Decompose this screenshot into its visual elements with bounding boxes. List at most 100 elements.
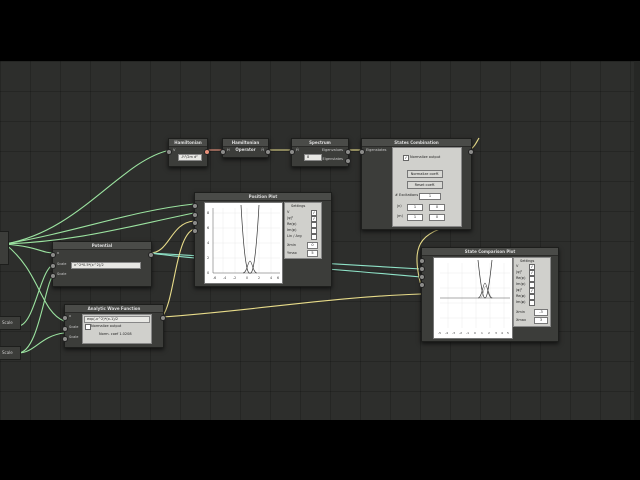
coeff-a-input[interactable]: 1	[407, 204, 423, 211]
left-input-node[interactable]	[0, 231, 9, 265]
input-port[interactable]	[289, 149, 295, 155]
node-editor-canvas[interactable]: Scale Scale Hamiltonian V -ħ²/2m d² Hami…	[0, 61, 640, 420]
node-title: Hamiltonian Operator	[223, 139, 268, 152]
check-label: |ψ|²	[287, 216, 294, 220]
position-plot-area[interactable]: 8 6 4 2 0 -6 -4 -2 0 2 4 6	[204, 202, 283, 284]
wire	[4, 243, 56, 254]
state-comparison-settings-panel: Settings V ✓ |ψ|² ✓ Re(ψ) Im(ψ) |φ|² ✓ R…	[513, 257, 551, 327]
analytic-settings-panel: exp(-x^2)*(x-1)/2 Normalize output Norm.…	[82, 314, 152, 344]
input-port[interactable]	[62, 315, 68, 321]
spectrum-node[interactable]: Spectrum Ĥ Eigenvalues Eigenstates 8	[289, 138, 351, 167]
input-port[interactable]	[166, 149, 172, 155]
port-label: V	[173, 148, 176, 152]
xmin-input[interactable]: 0	[307, 242, 318, 249]
hamiltonian-field[interactable]: -ħ²/2m d²	[178, 154, 202, 161]
port-label: x	[57, 251, 60, 255]
lin-arg-checkbox[interactable]	[311, 234, 317, 240]
potential-node[interactable]: Potential x Scale Scale x^2*0.5*(x^2)/2	[50, 241, 154, 287]
wire	[17, 263, 56, 327]
scale-node-2[interactable]: Scale	[0, 346, 21, 360]
im-phi-checkbox[interactable]	[529, 300, 535, 306]
output-port[interactable]	[148, 252, 154, 258]
input-port[interactable]	[419, 258, 425, 264]
state-comparison-plot-node[interactable]: State Comparison Plot -5 -4 -3 -2 -1 0 1…	[419, 247, 559, 342]
output-port[interactable]	[345, 149, 351, 155]
analytic-formula-input[interactable]: exp(-x^2)*(x-1)/2	[84, 316, 150, 323]
check-label: Im(ψ)	[516, 282, 526, 286]
ymax-label: Ymax	[287, 251, 297, 255]
xmax-label: Xmax	[516, 318, 527, 322]
input-port[interactable]	[419, 282, 425, 288]
input-port[interactable]	[220, 149, 226, 155]
hamiltonian-operator-node[interactable]: Hamiltonian Operator H Ĥ	[220, 138, 271, 158]
check-label: Lin / Arg	[287, 234, 302, 238]
node-title: Hamiltonian	[169, 139, 207, 147]
x-tick-label: 1	[481, 331, 483, 335]
xmax-input[interactable]: 3	[534, 317, 548, 324]
input-port[interactable]	[192, 228, 198, 234]
input-port[interactable]	[419, 266, 425, 272]
output-port[interactable]	[468, 149, 474, 155]
check-label: Im(ψ)	[287, 228, 297, 232]
x-tick-label: -1	[466, 331, 469, 335]
analytic-wave-function-node[interactable]: Analytic Wave Function x Scale Scale exp…	[62, 304, 166, 348]
scale-node-1[interactable]: Scale	[0, 316, 21, 330]
input-port[interactable]	[419, 274, 425, 280]
port-label: Scale	[69, 335, 79, 339]
xmin-label: Xmin	[516, 310, 525, 314]
check-label: |ψ|²	[516, 270, 523, 274]
node-title: State Comparison Plot	[422, 248, 558, 256]
x-tick-label: 6	[277, 276, 279, 280]
position-settings-panel: Settings V ✓ |ψ|² ✓ Re(ψ) Im(ψ) Lin / Ar…	[284, 202, 322, 259]
xmin-input[interactable]: -3	[534, 309, 548, 316]
normalize-coeff-button[interactable]: Normalize coeff.	[407, 170, 443, 178]
norm-coef-text: Norm. coef 1.0208	[99, 332, 132, 336]
excitations-label: # Excitations	[395, 193, 419, 197]
x-tick-label: -2	[459, 331, 462, 335]
output-port[interactable]	[160, 315, 166, 321]
coeff-row-label: |n⟩	[397, 204, 402, 208]
settings-title: Settings	[291, 204, 306, 208]
states-combination-node[interactable]: States Combination Eigenstates ✓ Normali…	[359, 138, 474, 230]
input-port[interactable]	[192, 203, 198, 209]
output-port[interactable]	[265, 149, 271, 155]
input-port[interactable]	[50, 252, 56, 258]
ymax-input[interactable]: 5	[307, 250, 318, 257]
input-port[interactable]	[50, 273, 56, 279]
x-tick-label: -4	[445, 331, 448, 335]
position-plot-node[interactable]: Position Plot 8 6 4 2 0 -6 -4 -2 0 2 4 6…	[192, 192, 332, 287]
normalize-output-label: Normalize output	[410, 155, 441, 159]
input-port[interactable]	[62, 336, 68, 342]
y-tick-label: 4	[207, 241, 210, 245]
input-port[interactable]	[62, 326, 68, 332]
reset-coeff-button[interactable]: Reset coeff.	[407, 181, 443, 189]
input-port[interactable]	[192, 212, 198, 218]
port-label: Scale	[57, 262, 67, 266]
x-tick-label: 0	[474, 331, 476, 335]
scale-node-label: Scale	[2, 320, 13, 325]
input-port[interactable]	[192, 220, 198, 226]
vertical-scrollbar[interactable]	[634, 61, 640, 420]
port-label: Scale	[69, 325, 79, 329]
output-port[interactable]	[345, 158, 351, 164]
wire	[4, 203, 195, 245]
y-tick-label: 6	[207, 226, 209, 230]
hamiltonian-node[interactable]: Hamiltonian V -ħ²/2m d²	[166, 138, 210, 167]
xmin-label: Xmin	[287, 243, 296, 247]
normalize-output-checkbox[interactable]: ✓	[403, 155, 409, 161]
port-label: Ĥ	[261, 148, 264, 152]
coeff-b-input[interactable]: 0	[429, 214, 445, 221]
output-port[interactable]	[204, 149, 210, 155]
input-port[interactable]	[50, 263, 56, 269]
spectrum-count-field[interactable]: 8	[304, 154, 322, 161]
check-label: |φ|²	[516, 288, 523, 292]
coeff-a-input[interactable]: 1	[407, 214, 423, 221]
input-port[interactable]	[359, 149, 365, 155]
x-tick-label: 3	[495, 331, 497, 335]
potential-formula-input[interactable]: x^2*0.5*(x^2)/2	[71, 262, 141, 269]
excitations-value[interactable]: 1	[419, 193, 441, 200]
y-tick-label: 8	[207, 211, 209, 215]
state-comparison-plot-area[interactable]: -5 -4 -3 -2 -1 0 1 2 3 4 5	[433, 257, 513, 339]
coeff-b-input[interactable]: 0	[429, 204, 445, 211]
scale-node-label: Scale	[2, 350, 13, 355]
